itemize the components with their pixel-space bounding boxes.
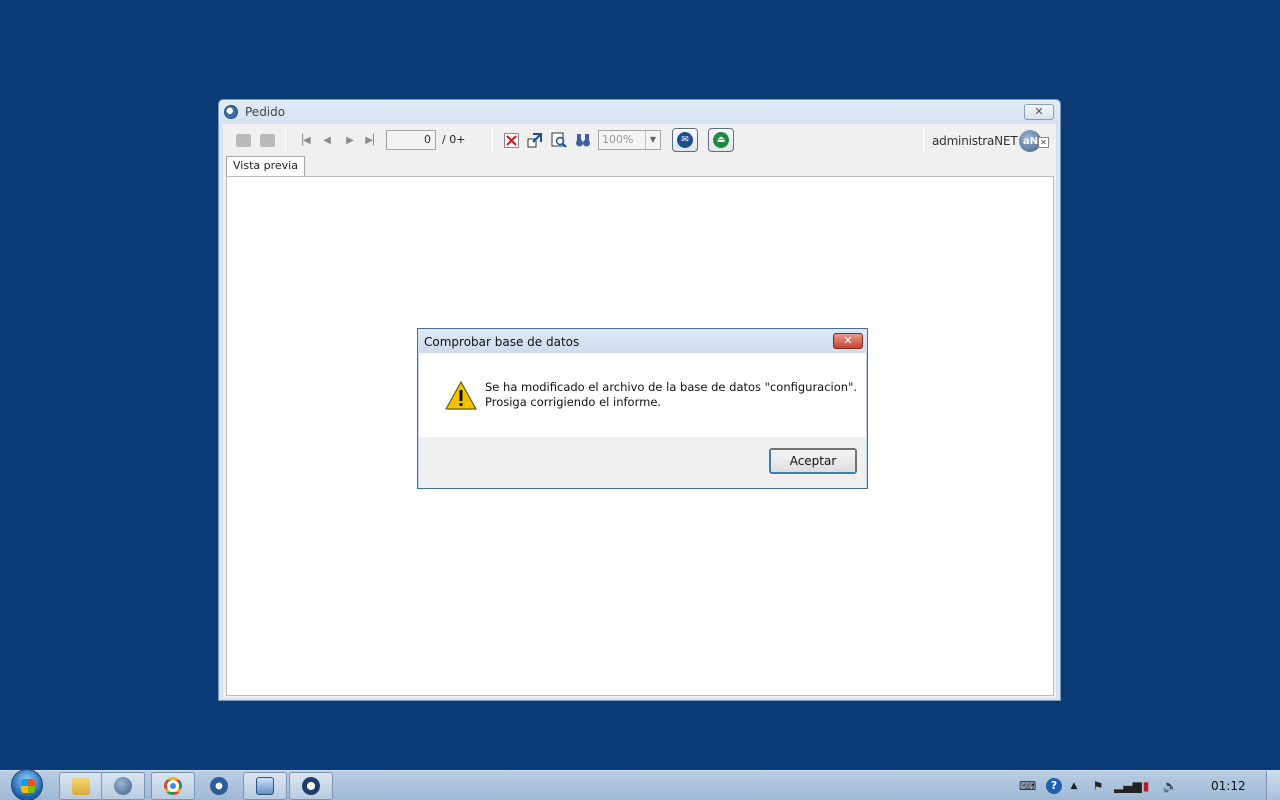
zoom-value: 100% [602, 133, 634, 146]
dialog: Comprobar base de datos ✕ Se ha modifica… [417, 328, 868, 489]
taskbar-administranet[interactable] [101, 772, 145, 800]
last-page-icon: ▶▏ [365, 134, 381, 146]
administranet-icon [114, 777, 132, 795]
print-button[interactable] [257, 130, 277, 150]
search-binoculars-button[interactable] [573, 130, 593, 150]
copy-button[interactable] [233, 130, 253, 150]
window-title: Pedido [245, 105, 286, 119]
page-number-input[interactable]: 0 [386, 130, 436, 150]
close-report-icon [503, 132, 519, 148]
dialog-message-line1: Se ha modificado el archivo de la base d… [485, 380, 858, 394]
speaker-icon[interactable]: 🔈 [1162, 778, 1178, 794]
toolbar-separator [285, 128, 286, 154]
dialog-message-line2: Prosiga corrigiendo el informe. [485, 395, 662, 409]
taskbar: ⌨ ? ▲ ⚑ ▂▄▆ ▮ 🔈 01:12 [0, 769, 1280, 800]
chevron-up-icon[interactable]: ▲ [1066, 778, 1082, 794]
help-icon[interactable]: ? [1046, 778, 1062, 794]
brand-text: administraNET [932, 134, 1018, 148]
windows-start-icon [11, 769, 43, 800]
prev-page-button[interactable]: ◀ [317, 130, 337, 150]
first-page-button[interactable]: ▕◀ [293, 130, 313, 150]
ok-button[interactable]: Aceptar [769, 448, 857, 474]
close-preview-icon[interactable]: ✕ [1038, 137, 1049, 148]
taskbar-chrome[interactable] [151, 772, 195, 800]
last-page-button[interactable]: ▶▏ [363, 130, 383, 150]
dialog-titlebar[interactable]: Comprobar base de datos ✕ [418, 329, 867, 353]
chrome-icon [164, 777, 182, 795]
first-page-icon: ▕◀ [295, 134, 311, 146]
toolbar-separator [492, 128, 493, 154]
find-icon [551, 132, 567, 148]
network-icon[interactable]: ▂▄▆ [1114, 778, 1142, 794]
exit-icon: ⏏ [713, 132, 729, 148]
dialog-message: Se ha modificado el archivo de la base d… [485, 380, 857, 410]
power-icon[interactable]: ▮ [1138, 778, 1154, 794]
email-button[interactable]: ✉ [672, 128, 698, 152]
export-icon [527, 133, 542, 148]
app-icon [224, 105, 238, 119]
brand-logo: administraNET aN [932, 128, 1042, 154]
warning-icon [445, 381, 477, 410]
tab-vista-previa[interactable]: Vista previa [226, 156, 305, 176]
taskbar-monitor[interactable] [243, 772, 287, 800]
window-titlebar[interactable]: Pedido ✕ [219, 100, 1060, 124]
toolbar-separator [923, 128, 924, 154]
window-close-button[interactable]: ✕ [1024, 104, 1054, 120]
explorer-icon [72, 777, 90, 795]
monitor-icon [256, 777, 274, 795]
show-desktop-button[interactable] [1266, 771, 1280, 800]
dialog-footer: Aceptar [419, 437, 866, 488]
binoculars-icon [576, 134, 590, 147]
chevron-down-icon[interactable]: ▼ [645, 131, 660, 149]
page-total: / 0+ [442, 133, 466, 146]
close-report-button[interactable] [501, 130, 521, 150]
dialog-close-button[interactable]: ✕ [833, 333, 863, 349]
zoom-select[interactable]: 100% ▼ [598, 130, 661, 150]
find-button[interactable] [549, 130, 569, 150]
exit-button[interactable]: ⏏ [708, 128, 734, 152]
next-page-icon: ▶ [346, 134, 354, 146]
taskbar-settings[interactable] [197, 772, 241, 800]
export-button[interactable] [525, 130, 545, 150]
prev-page-icon: ◀ [323, 134, 331, 146]
clock[interactable]: 01:12 [1211, 779, 1246, 793]
taskbar-explorer[interactable] [59, 772, 103, 800]
taskbar-app[interactable] [289, 772, 333, 800]
print-icon [259, 133, 275, 147]
toolbar: ▕◀ ◀ ▶ ▶▏ 0 / 0+ 100% ▼ ✉ ⏏ administraNE… [223, 124, 1056, 156]
copy-icon [235, 133, 251, 147]
app-icon [302, 777, 320, 795]
flag-icon[interactable]: ⚑ [1090, 778, 1106, 794]
dialog-title: Comprobar base de datos [424, 335, 580, 349]
next-page-button[interactable]: ▶ [340, 130, 360, 150]
email-icon: ✉ [677, 132, 693, 148]
keyboard-icon[interactable]: ⌨ [1019, 778, 1036, 794]
start-button[interactable] [8, 769, 46, 800]
settings-icon [210, 777, 228, 795]
